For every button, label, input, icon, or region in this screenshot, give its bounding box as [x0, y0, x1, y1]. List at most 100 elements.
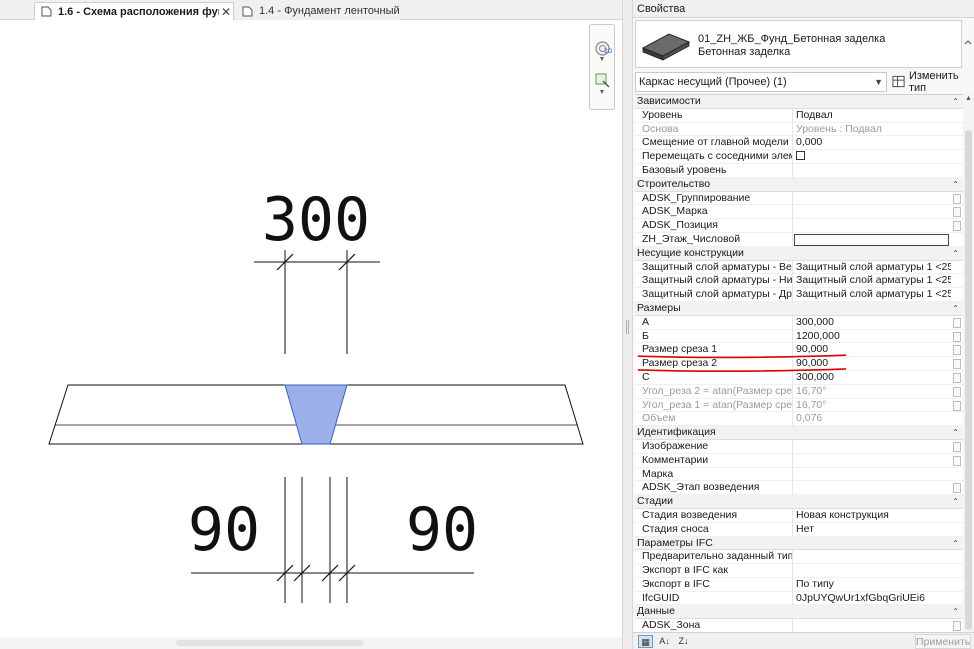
checkbox[interactable]: [796, 150, 805, 160]
associate-parameter-button[interactable]: [953, 193, 961, 204]
zoom-region-icon[interactable]: [593, 71, 612, 90]
property-row[interactable]: Стадия сноса Нет: [635, 522, 963, 537]
section-header[interactable]: Стадии ⌃: [635, 495, 963, 509]
drawing-canvas[interactable]: 300 90 90: [0, 20, 622, 637]
property-value[interactable]: 300,000: [794, 371, 951, 385]
property-row[interactable]: Защитный слой арматуры - Ве... Защитный с…: [635, 260, 963, 275]
type-selector[interactable]: 01_ZH_ЖБ_Фунд_Бетонная заделка Бетонная …: [635, 20, 962, 68]
property-value[interactable]: [794, 564, 951, 578]
section-header[interactable]: Параметры IFC ⌃: [635, 536, 963, 551]
property-row[interactable]: ADSK_Группирование: [635, 191, 963, 206]
property-value[interactable]: [794, 205, 951, 219]
property-row[interactable]: ADSK_Зона: [635, 619, 963, 632]
property-row[interactable]: Перемещать с соседними элем...: [635, 150, 963, 164]
collapse-icon[interactable]: ⌃: [952, 247, 959, 261]
dimension-top-text[interactable]: 300: [262, 185, 370, 255]
property-value[interactable]: Подвал: [794, 109, 951, 123]
property-row[interactable]: Объем 0,076: [635, 412, 963, 427]
property-row[interactable]: Базовый уровень: [635, 163, 963, 178]
scrollbar-thumb[interactable]: [176, 640, 364, 646]
properties-scrollbar[interactable]: ▲: [963, 94, 974, 632]
associate-parameter-button[interactable]: [953, 441, 961, 452]
edit-type-button[interactable]: Изменить тип: [890, 70, 974, 94]
property-row[interactable]: С 300,000: [635, 370, 963, 385]
property-value[interactable]: Новая конструкция: [794, 509, 951, 523]
property-row[interactable]: Марка: [635, 467, 963, 482]
property-value[interactable]: [794, 233, 951, 247]
property-value[interactable]: 16,70°: [794, 399, 951, 413]
property-row[interactable]: Экспорт в IFC По типу: [635, 577, 963, 592]
property-row[interactable]: IfcGUID 0JpUYQwUr1xfGbqGriUEi6: [635, 591, 963, 606]
property-row[interactable]: Размер среза 2 90,000: [635, 357, 963, 371]
property-value[interactable]: [794, 468, 951, 482]
section-header[interactable]: Данные ⌃: [635, 605, 963, 620]
associate-parameter-button[interactable]: [953, 455, 961, 466]
instance-filter-dropdown[interactable]: Каркас несущий (Прочее) (1) ▼: [635, 72, 887, 92]
property-row[interactable]: Б 1200,000: [635, 329, 963, 344]
panel-splitter[interactable]: [622, 0, 633, 649]
close-icon[interactable]: ✕: [219, 5, 233, 19]
property-row[interactable]: ZH_Этаж_Числовой: [635, 232, 963, 247]
scrollbar-thumb[interactable]: [965, 130, 972, 630]
property-value[interactable]: [794, 150, 951, 164]
associate-parameter-button[interactable]: [953, 372, 961, 383]
associate-parameter-button[interactable]: [953, 317, 961, 328]
property-value[interactable]: [794, 454, 951, 468]
associate-parameter-button[interactable]: [953, 331, 961, 342]
property-value[interactable]: 90,000: [794, 357, 951, 371]
horizontal-scrollbar[interactable]: [0, 637, 622, 649]
property-value[interactable]: Защитный слой арматуры 1 <25...: [794, 261, 951, 275]
value-textbox[interactable]: [794, 233, 949, 246]
dimension-bottom-right-text[interactable]: 90: [406, 495, 478, 565]
property-row[interactable]: Защитный слой арматуры - Др... Защитный с…: [635, 288, 963, 302]
section-header[interactable]: Зависимости ⌃: [635, 95, 963, 109]
associate-parameter-button[interactable]: [953, 345, 961, 356]
sort-descending-icon[interactable]: Z↓: [676, 635, 691, 648]
chevron-down-icon[interactable]: ▼: [590, 89, 614, 96]
associate-parameter-button[interactable]: [953, 359, 961, 370]
property-row[interactable]: Комментарии: [635, 453, 963, 468]
associate-parameter-button[interactable]: [953, 483, 961, 494]
property-row[interactable]: Защитный слой арматуры - Ни... Защитный с…: [635, 274, 963, 289]
property-row[interactable]: Изображение: [635, 439, 963, 454]
property-row[interactable]: ADSK_Позиция: [635, 219, 963, 233]
property-value[interactable]: 0JpUYQwUr1xfGbqGriUEi6: [794, 592, 951, 606]
section-header[interactable]: Идентификация ⌃: [635, 426, 963, 440]
property-value[interactable]: 1200,000: [794, 330, 951, 344]
associate-parameter-button[interactable]: [953, 400, 961, 411]
property-row[interactable]: Предварительно заданный тип I...: [635, 550, 963, 565]
collapse-icon[interactable]: ⌃: [952, 495, 959, 509]
tab-view-1-6[interactable]: 1.6 - Схема расположения фун... ✕: [34, 2, 234, 20]
property-row[interactable]: Стадия возведения Новая конструкция: [635, 508, 963, 523]
property-row[interactable]: ADSK_Марка: [635, 205, 963, 220]
categorized-view-icon[interactable]: ▦: [638, 635, 653, 648]
property-value[interactable]: [794, 619, 951, 632]
property-value[interactable]: [794, 440, 951, 454]
property-value[interactable]: 300,000: [794, 316, 951, 330]
property-value[interactable]: 16,70°: [794, 385, 951, 399]
collapse-icon[interactable]: ⌃: [952, 178, 959, 192]
associate-parameter-button[interactable]: [953, 207, 961, 218]
collapse-icon[interactable]: ⌃: [952, 537, 959, 551]
apply-button[interactable]: Применить: [915, 634, 971, 649]
property-value[interactable]: Защитный слой арматуры 1 <25...: [794, 288, 951, 302]
sort-ascending-icon[interactable]: A↓: [657, 635, 672, 648]
property-value[interactable]: [794, 550, 951, 564]
property-row[interactable]: А 300,000: [635, 315, 963, 330]
property-value[interactable]: Уровень : Подвал: [794, 123, 951, 137]
property-row[interactable]: ADSK_Этап возведения: [635, 481, 963, 496]
dimension-bottom-left-text[interactable]: 90: [188, 495, 260, 565]
section-header[interactable]: Строительство ⌃: [635, 177, 963, 192]
property-value[interactable]: 0,000: [794, 136, 951, 150]
property-value[interactable]: [794, 192, 951, 206]
property-value[interactable]: 90,000: [794, 343, 951, 357]
type-scroll-arrow-icon[interactable]: [963, 20, 974, 68]
section-header[interactable]: Размеры ⌃: [635, 301, 963, 316]
collapse-icon[interactable]: ⌃: [952, 95, 959, 109]
collapse-icon[interactable]: ⌃: [952, 426, 959, 440]
collapse-icon[interactable]: ⌃: [952, 302, 959, 316]
tab-view-1-4[interactable]: 1.4 - Фундамент ленточный: [236, 2, 400, 20]
property-row[interactable]: Экспорт в IFC как: [635, 564, 963, 578]
property-row[interactable]: Угол_реза 2 = atan(Размер срез... 16,70°: [635, 384, 963, 399]
view-area[interactable]: 1.6 - Схема расположения фун... ✕ 1.4 - …: [0, 0, 622, 649]
